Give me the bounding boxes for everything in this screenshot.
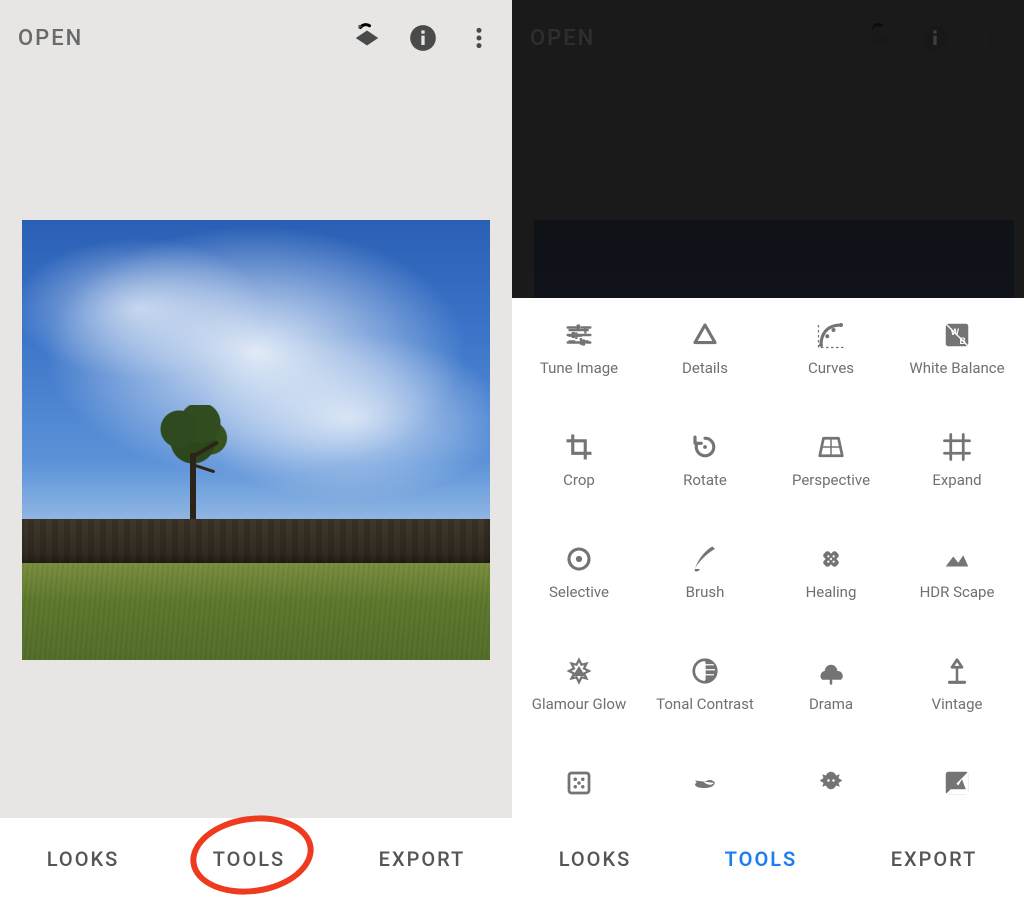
more-vert-icon[interactable] xyxy=(464,23,494,53)
tool-label: Healing xyxy=(806,584,857,618)
tab-tools[interactable]: TOOLS xyxy=(213,818,285,900)
bottom-nav: LOOKS TOOLS EXPORT xyxy=(512,818,1024,900)
tool-label: Glamour Glow xyxy=(532,696,627,730)
bw-icon xyxy=(940,766,974,800)
edit-stack-icon[interactable] xyxy=(352,23,382,53)
mountains-icon xyxy=(940,542,974,576)
perspective-icon xyxy=(814,430,848,464)
tool-brush[interactable]: Brush xyxy=(642,534,768,626)
pushpin-icon xyxy=(940,654,974,688)
image-canvas[interactable] xyxy=(22,220,490,660)
tool-retrolux[interactable] xyxy=(642,758,768,818)
tool-details[interactable]: Details xyxy=(642,310,768,402)
top-bar: OPEN xyxy=(0,0,512,76)
tool-black-and-white[interactable] xyxy=(894,758,1020,818)
bandage-icon xyxy=(814,542,848,576)
tool-label: White Balance xyxy=(909,360,1004,394)
contrast-icon xyxy=(688,654,722,688)
tool-label: Curves xyxy=(808,360,854,394)
tool-vintage[interactable]: Vintage xyxy=(894,646,1020,738)
tool-label: Tune Image xyxy=(540,360,618,394)
bottom-nav: LOOKS TOOLS EXPORT xyxy=(0,818,512,900)
tool-healing[interactable]: Healing xyxy=(768,534,894,626)
wb-icon xyxy=(940,318,974,352)
tool-label: Vintage xyxy=(932,696,983,730)
tab-looks[interactable]: LOOKS xyxy=(47,818,119,900)
expand-icon xyxy=(940,430,974,464)
tab-looks[interactable]: LOOKS xyxy=(559,818,631,900)
sparkle-icon xyxy=(562,654,596,688)
rotate-icon xyxy=(688,430,722,464)
tool-label: Drama xyxy=(809,696,853,730)
target-icon xyxy=(562,542,596,576)
crop-icon xyxy=(562,430,596,464)
info-icon[interactable] xyxy=(408,23,438,53)
tool-tonal-contrast[interactable]: Tonal Contrast xyxy=(642,646,768,738)
side-by-side-container: OPEN LOOKS TOOLS EXPORT xyxy=(0,0,1024,900)
tool-label: Tonal Contrast xyxy=(656,696,754,730)
tool-grainy-film[interactable] xyxy=(516,758,642,818)
tool-tune-image[interactable]: Tune Image xyxy=(516,310,642,402)
tools-sheet: Tune Image Details Curves White Balance … xyxy=(512,298,1024,818)
tool-label: Rotate xyxy=(683,472,727,506)
brush-icon xyxy=(688,542,722,576)
tool-label: Selective xyxy=(549,584,609,618)
top-bar-actions xyxy=(352,23,494,53)
scrim[interactable] xyxy=(512,0,1024,298)
tool-selective[interactable]: Selective xyxy=(516,534,642,626)
tool-crop[interactable]: Crop xyxy=(516,422,642,514)
mustache-icon xyxy=(688,766,722,800)
photo-preview xyxy=(22,220,490,660)
cloud-icon xyxy=(814,654,848,688)
splat-icon xyxy=(814,766,848,800)
tool-glamour-glow[interactable]: Glamour Glow xyxy=(516,646,642,738)
tab-export[interactable]: EXPORT xyxy=(891,818,978,900)
tool-label: Perspective xyxy=(792,472,870,506)
tab-tools[interactable]: TOOLS xyxy=(725,818,798,900)
tool-label: Brush xyxy=(686,584,725,618)
tool-perspective[interactable]: Perspective xyxy=(768,422,894,514)
open-button[interactable]: OPEN xyxy=(18,26,83,51)
curves-icon xyxy=(814,318,848,352)
screen-main: OPEN LOOKS TOOLS EXPORT xyxy=(0,0,512,900)
tool-expand[interactable]: Expand xyxy=(894,422,1020,514)
tool-hdr-scape[interactable]: HDR Scape xyxy=(894,534,1020,626)
triangle-icon xyxy=(688,318,722,352)
tool-curves[interactable]: Curves xyxy=(768,310,894,402)
tool-grunge[interactable] xyxy=(768,758,894,818)
dice-icon xyxy=(562,766,596,800)
sliders-icon xyxy=(562,318,596,352)
tool-label: Expand xyxy=(932,472,981,506)
tool-drama[interactable]: Drama xyxy=(768,646,894,738)
tool-label: HDR Scape xyxy=(920,584,995,618)
tool-label: Details xyxy=(682,360,728,394)
tool-label: Crop xyxy=(563,472,595,506)
tool-white-balance[interactable]: White Balance xyxy=(894,310,1020,402)
tool-rotate[interactable]: Rotate xyxy=(642,422,768,514)
screen-tools-open: OPEN Tune Image Details Curves White Bal… xyxy=(512,0,1024,900)
tab-export[interactable]: EXPORT xyxy=(379,818,466,900)
tools-grid: Tune Image Details Curves White Balance … xyxy=(512,298,1024,818)
